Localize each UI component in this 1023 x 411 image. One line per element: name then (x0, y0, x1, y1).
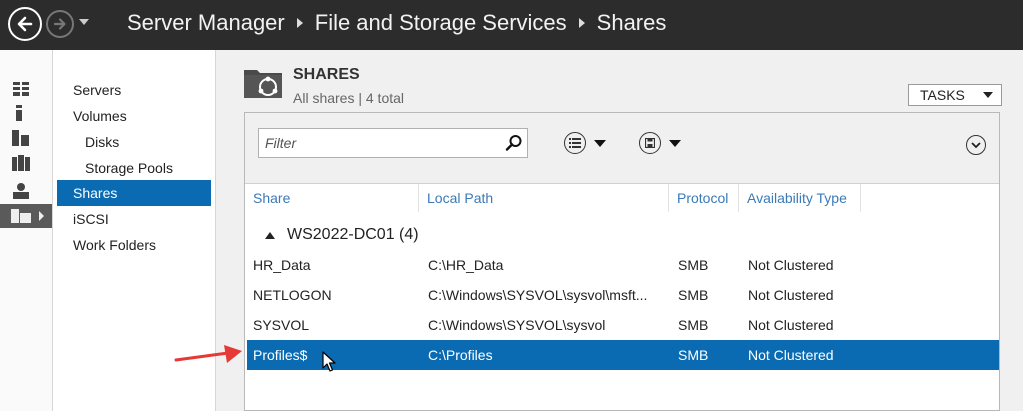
chevron-down-icon (971, 141, 981, 148)
history-dropdown-icon[interactable] (79, 19, 89, 25)
forward-button[interactable] (46, 10, 74, 38)
chevron-down-icon (594, 139, 606, 147)
tile-subtitle: All shares | 4 total (293, 90, 405, 106)
cell-local-path: C:\Windows\SYSVOL\sysvol\msft... (428, 287, 648, 303)
breadcrumb-separator-icon (578, 18, 585, 28)
subnav-item-shares[interactable]: Shares (57, 180, 211, 206)
rail-item-file-storage[interactable] (0, 204, 52, 228)
cell-share: NETLOGON (253, 287, 332, 303)
breadcrumb-file-storage[interactable]: File and Storage Services (315, 10, 567, 36)
subnav-item-storage-pools[interactable]: Storage Pools (57, 155, 211, 181)
filter-input[interactable] (258, 128, 528, 158)
table-row[interactable]: HR_Data C:\HR_Data SMB Not Clustered (245, 250, 1000, 280)
subnav-item-work-folders[interactable]: Work Folders (57, 232, 211, 258)
group-header[interactable]: WS2022-DC01 (4) (245, 221, 999, 249)
table-row-selected[interactable]: Profiles$ C:\Profiles SMB Not Clustered (247, 340, 999, 370)
local-server-icon (16, 105, 22, 121)
rail-item-server-groups[interactable] (0, 151, 52, 175)
breadcrumb-separator-icon (296, 18, 303, 28)
table-row[interactable]: NETLOGON C:\Windows\SYSVOL\sysvol\msft..… (245, 280, 1000, 310)
collapse-expand-button[interactable] (966, 135, 986, 155)
breadcrumb-server-manager[interactable]: Server Manager (127, 10, 285, 36)
column-header-local-path[interactable]: Local Path (419, 184, 669, 212)
cell-local-path: C:\HR_Data (428, 257, 504, 273)
subnav-item-disks[interactable]: Disks (57, 129, 211, 155)
cell-protocol: SMB (678, 347, 709, 363)
cell-local-path: C:\Windows\SYSVOL\sysvol (428, 317, 606, 333)
cell-local-path: C:\Profiles (428, 347, 493, 363)
tile-title: SHARES (293, 66, 360, 83)
cell-protocol: SMB (678, 257, 709, 273)
save-icon (639, 132, 661, 154)
save-query-button[interactable] (639, 130, 689, 156)
all-servers-icon (12, 130, 29, 146)
rail-item-dashboard[interactable] (0, 77, 52, 101)
cell-availability: Not Clustered (748, 317, 834, 333)
list-icon (564, 132, 586, 154)
subnav-item-volumes[interactable]: Volumes (57, 103, 211, 129)
cell-availability: Not Clustered (748, 347, 834, 363)
arrow-right-icon (53, 18, 66, 30)
table-row[interactable]: SYSVOL C:\Windows\SYSVOL\sysvol SMB Not … (245, 310, 1000, 340)
chevron-right-icon (39, 211, 44, 221)
breadcrumb-shares: Shares (596, 10, 667, 35)
cell-protocol: SMB (678, 317, 709, 333)
cell-availability: Not Clustered (748, 287, 834, 303)
rail-item-all-servers[interactable] (0, 126, 52, 150)
collapse-triangle-icon[interactable] (265, 232, 275, 239)
main-content: SHARES All shares | 4 total TASKS Filter… (216, 50, 1023, 411)
column-header-protocol[interactable]: Protocol (669, 184, 739, 212)
list-options-button[interactable] (564, 130, 614, 156)
subnav-item-iscsi[interactable]: iSCSI (57, 206, 211, 232)
title-bar: Server Manager File and Storage Services… (0, 0, 1023, 50)
shares-panel: Share Local Path Protocol Availability T… (244, 112, 1000, 411)
chevron-down-icon (669, 139, 681, 147)
annotation-arrow-icon (174, 345, 242, 363)
user-role-icon (13, 183, 29, 199)
cell-share: SYSVOL (253, 317, 310, 333)
shares-folder-icon (244, 70, 282, 98)
dashboard-icon (13, 82, 29, 96)
server-group-icon (12, 155, 30, 171)
icon-rail (0, 50, 53, 411)
arrow-left-icon (17, 16, 33, 32)
cell-availability: Not Clustered (748, 257, 834, 273)
cell-share: HR_Data (253, 257, 311, 273)
caret-down-icon (983, 92, 993, 98)
search-icon[interactable] (504, 133, 524, 153)
subnav-item-servers[interactable]: Servers (57, 77, 211, 103)
panel-toolbar (245, 113, 999, 184)
rail-item-local-server[interactable] (0, 101, 52, 125)
column-header-availability-type[interactable]: Availability Type (739, 184, 861, 212)
tasks-label: TASKS (920, 87, 965, 103)
back-button[interactable] (8, 7, 42, 41)
breadcrumb: Server Manager File and Storage Services… (127, 10, 666, 36)
tasks-button[interactable]: TASKS (908, 84, 1002, 106)
file-storage-icon (11, 209, 31, 223)
column-header-share[interactable]: Share (245, 184, 419, 212)
group-label: WS2022-DC01 (4) (287, 226, 419, 243)
cell-protocol: SMB (678, 287, 709, 303)
mouse-cursor-icon (322, 351, 336, 372)
rail-item-roles[interactable] (0, 179, 52, 203)
